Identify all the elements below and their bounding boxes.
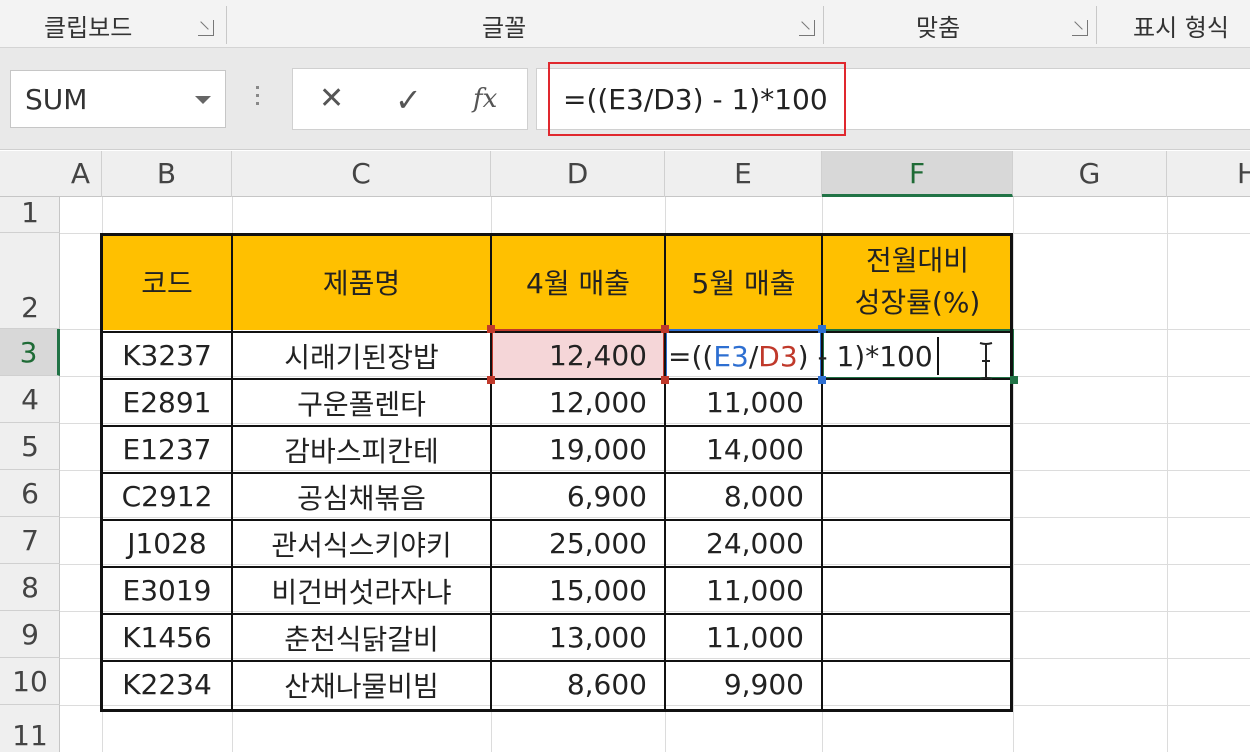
ribbon-group-alignment: 맞춤 [824, 0, 1096, 48]
name-box[interactable]: SUM [10, 70, 226, 128]
insert-function-icon[interactable]: fx [473, 84, 497, 114]
table-border [103, 613, 1010, 615]
ribbon-group-label: 표시 형식 [1133, 14, 1229, 42]
column-header-d[interactable]: D [491, 151, 665, 197]
gridline [1167, 197, 1168, 752]
enter-icon[interactable]: ✓ [395, 81, 422, 119]
row-headers: 1 2 3 4 5 6 7 8 9 10 11 [0, 197, 60, 752]
row-header-8[interactable]: 8 [0, 564, 60, 611]
column-header-f[interactable]: F [822, 151, 1013, 197]
in-cell-formula[interactable]: =((E3/D3) - 1)*100 [668, 334, 933, 378]
row-header-7[interactable]: 7 [0, 517, 60, 564]
row-header-1[interactable]: 1 [0, 197, 60, 233]
column-header-a[interactable]: A [60, 151, 102, 197]
text-caret [937, 337, 939, 375]
row-header-3[interactable]: 3 [0, 329, 60, 376]
row-header-5[interactable]: 5 [0, 423, 60, 470]
row-header-2[interactable]: 2 [0, 233, 60, 329]
gridline [1013, 197, 1014, 752]
reference-handle[interactable] [818, 325, 826, 333]
formula-ref-e3: E3 [713, 339, 749, 373]
column-header-h[interactable]: H [1167, 151, 1250, 197]
table-border [103, 519, 1010, 521]
table-border [103, 472, 1010, 474]
reference-handle[interactable] [487, 376, 495, 384]
column-header-b[interactable]: B [102, 151, 232, 197]
row-header-9[interactable]: 9 [0, 611, 60, 658]
table-border [103, 331, 1010, 333]
ribbon-group-font: 글꼴 [227, 0, 823, 48]
column-header-c[interactable]: C [232, 151, 491, 197]
column-headers: A B C D E F G H [0, 151, 1250, 197]
formula-part: / [748, 339, 759, 373]
table-border [103, 566, 1010, 568]
column-header-e[interactable]: E [665, 151, 822, 197]
row-header-11[interactable]: 11 [0, 705, 60, 752]
dialog-launcher-icon[interactable] [799, 20, 815, 36]
ribbon-group-label: 클립보드 [44, 14, 133, 42]
ribbon-group-label: 글꼴 [482, 14, 527, 42]
table-border [103, 660, 1010, 662]
table-border [103, 425, 1010, 427]
formula-part: =(( [668, 339, 714, 373]
ribbon-group-number-format: 표시 형식 [1097, 0, 1250, 48]
dialog-launcher-icon[interactable] [1072, 20, 1088, 36]
reference-handle[interactable] [487, 325, 495, 333]
ribbon-group-clipboard: 클립보드 [0, 0, 226, 48]
ibeam-cursor-icon [979, 342, 993, 380]
formula-ref-d3: D3 [758, 339, 798, 373]
row-header-4[interactable]: 4 [0, 376, 60, 423]
dialog-launcher-icon[interactable] [198, 20, 214, 36]
row-header-6[interactable]: 6 [0, 470, 60, 517]
column-header-g[interactable]: G [1013, 151, 1167, 197]
sales-table [100, 233, 1013, 712]
ribbon-group-label: 맞춤 [916, 14, 961, 42]
chevron-down-icon[interactable] [195, 96, 211, 104]
name-box-value: SUM [25, 83, 88, 116]
reference-handle[interactable] [661, 325, 669, 333]
formula-part: ) - 1)*100 [797, 339, 933, 373]
fill-handle[interactable] [1010, 376, 1018, 384]
table-border [103, 378, 1010, 380]
ribbon-group-labels: 클립보드 글꼴 맞춤 표시 형식 [0, 0, 1250, 48]
formula-buttons: ✕ ✓ fx [292, 68, 528, 130]
formula-highlight-box [548, 62, 846, 136]
cancel-icon[interactable]: ✕ [319, 81, 344, 116]
row-header-10[interactable]: 10 [0, 658, 60, 705]
drag-handle-icon[interactable] [256, 86, 260, 112]
